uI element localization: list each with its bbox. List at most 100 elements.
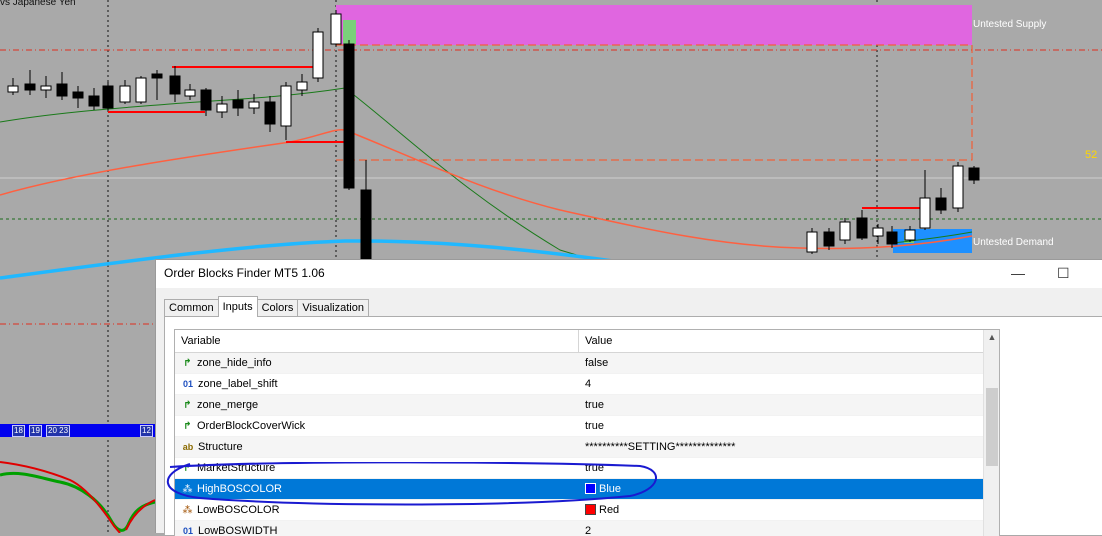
input-row[interactable]: 01 LowBOSWIDTH 2 [175, 521, 983, 536]
input-row[interactable]: ↱ MarketStructure true [175, 458, 983, 479]
color-swatch [585, 483, 596, 494]
input-row[interactable]: ↱ zone_hide_info false [175, 353, 983, 374]
input-value-cell[interactable]: true [585, 416, 981, 436]
supply-zone-label: Untested Supply [973, 19, 1047, 30]
bullish-candle [330, 13, 342, 45]
bearish-candle [232, 99, 244, 109]
vertical-scrollbar[interactable]: ▲ [983, 330, 999, 536]
input-value: true [585, 399, 604, 411]
bullish-candle [312, 31, 324, 79]
input-value: Red [599, 504, 620, 516]
input-row[interactable]: 01 zone_label_shift 4 [175, 374, 983, 395]
input-variable-name: zone_label_shift [198, 378, 278, 390]
bullish-candle [296, 81, 308, 91]
grid-header: Variable Value [175, 330, 983, 353]
str-type-icon: ab [182, 442, 194, 452]
bullish-candle [216, 103, 228, 113]
input-value-cell[interactable]: 2 [585, 521, 981, 536]
bullish-candle [7, 85, 19, 93]
bool-type-icon: ↱ [183, 358, 192, 369]
bearish-candle [935, 197, 947, 211]
price-tag: 52 [1085, 149, 1098, 161]
chart-symbol-title: vs Japanese Yen [0, 0, 76, 8]
bearish-candle [72, 91, 84, 99]
input-variable-cell: ↱ zone_hide_info [181, 353, 577, 374]
bool-type-icon: ↱ [183, 421, 192, 432]
scroll-up-icon[interactable]: ▲ [984, 332, 999, 342]
dialog-title-bar[interactable]: Order Blocks Finder MT5 1.06 — ☐ [156, 260, 1102, 288]
indicator-properties-dialog: Order Blocks Finder MT5 1.06 — ☐ Common … [155, 259, 1102, 536]
input-value: true [585, 420, 604, 432]
bearish-candle [360, 189, 372, 261]
input-row[interactable]: ⁂ HighBOSCOLOR Blue [175, 479, 983, 500]
input-row[interactable]: ↱ zone_merge true [175, 395, 983, 416]
int-type-icon: 01 [182, 526, 193, 536]
input-variable-cell: ↱ MarketStructure [181, 458, 577, 479]
input-value: 2 [585, 525, 592, 536]
int-type-icon: 01 [182, 379, 193, 389]
input-row[interactable]: ab Structure **********SETTING************… [175, 437, 983, 458]
input-variable-cell: 01 zone_label_shift [181, 374, 577, 394]
input-variable-cell: ↱ zone_merge [181, 395, 577, 416]
input-variable-cell: ab Structure [181, 437, 577, 457]
scroll-thumb[interactable] [986, 388, 998, 466]
input-variable-name: LowBOSCOLOR [197, 504, 280, 516]
input-value: true [585, 462, 604, 474]
column-header-variable[interactable]: Variable [175, 330, 579, 352]
bearish-candle [24, 83, 36, 91]
tab-visualization[interactable]: Visualization [297, 299, 369, 317]
input-row[interactable]: ⁂ LowBOSCOLOR Red [175, 500, 983, 521]
input-variable-cell: ⁂ HighBOSCOLOR [181, 479, 577, 500]
bearish-candle [343, 43, 355, 189]
bullish-candle [40, 85, 52, 91]
color-type-icon: ⁂ [182, 484, 193, 495]
input-variable-name: LowBOSWIDTH [198, 525, 278, 536]
bearish-candle [200, 89, 212, 111]
color-swatch [585, 504, 596, 515]
inputs-panel: Variable Value ↱ zone_hide_info false 01 zon… [164, 316, 1102, 536]
bearish-candle [169, 75, 181, 95]
input-variable-name: OrderBlockCoverWick [197, 420, 306, 432]
strip-tag: 19 [29, 425, 42, 437]
strip-tag: 18 [12, 425, 25, 437]
input-value-cell[interactable]: **********SETTING************** [585, 437, 981, 457]
bearish-candle [151, 73, 163, 79]
inputs-grid: Variable Value ↱ zone_hide_info false 01 zon… [174, 329, 1000, 536]
bool-type-icon: ↱ [183, 400, 192, 411]
strip-tag: 12 [140, 425, 153, 437]
bullish-candle [280, 85, 292, 127]
column-header-value[interactable]: Value [579, 330, 983, 352]
input-variable-cell: ↱ OrderBlockCoverWick [181, 416, 577, 437]
input-value: 4 [585, 378, 592, 390]
input-variable-name: zone_merge [197, 399, 259, 411]
bullish-candle [119, 85, 131, 103]
bearish-candle [823, 231, 835, 247]
tab-inputs[interactable]: Inputs [217, 296, 258, 317]
input-row[interactable]: ↱ OrderBlockCoverWick true [175, 416, 983, 437]
minimize-button[interactable]: — [1011, 264, 1025, 282]
input-value-cell[interactable]: false [585, 353, 981, 373]
demand-zone-label: Untested Demand [973, 237, 1054, 248]
bullish-candle [904, 229, 916, 241]
input-value-cell[interactable]: true [585, 395, 981, 415]
maximize-button[interactable]: ☐ [1057, 264, 1070, 282]
bearish-candle [102, 85, 114, 109]
input-variable-name: HighBOSCOLOR [197, 483, 282, 495]
input-value: **********SETTING************** [585, 441, 736, 453]
color-type-icon: ⁂ [182, 505, 193, 516]
strip-tag: 20 23 [46, 425, 71, 437]
input-variable-name: Structure [198, 441, 243, 453]
input-value-cell[interactable]: 4 [585, 374, 981, 394]
input-rows: ↱ zone_hide_info false 01 zone_label_shift 4 ↱… [175, 353, 983, 536]
indicator-strip: 18 19 20 23 12 [0, 424, 155, 437]
dialog-tabs: Common Inputs Colors Visualization [164, 296, 369, 317]
tab-common[interactable]: Common [164, 299, 219, 317]
input-value-cell[interactable]: Red [585, 500, 981, 520]
tab-colors[interactable]: Colors [256, 299, 299, 317]
input-value-cell[interactable]: Blue [585, 479, 981, 499]
bullish-candle [839, 221, 851, 241]
bullish-candle [248, 101, 260, 109]
input-value-cell[interactable]: true [585, 458, 981, 478]
bullish-candle [135, 77, 147, 103]
bullish-candle [919, 197, 931, 229]
